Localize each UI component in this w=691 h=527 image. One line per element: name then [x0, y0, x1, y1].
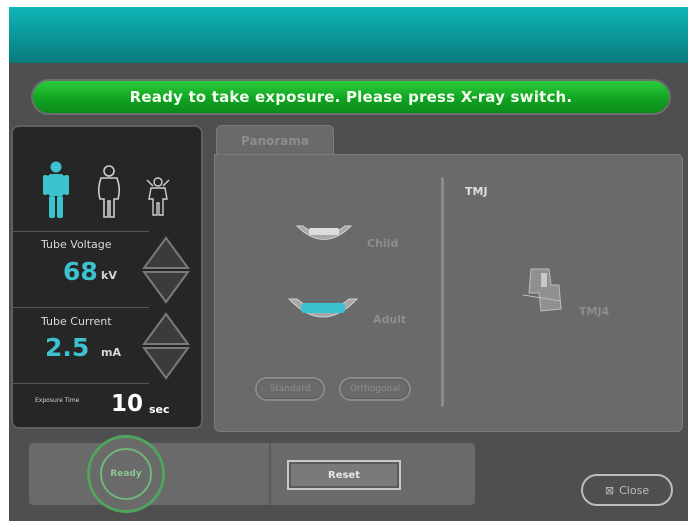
- tab-panorama[interactable]: Panorama: [216, 125, 334, 155]
- divider: [13, 231, 149, 232]
- tube-voltage-value: 68: [63, 257, 98, 286]
- patient-type-selector: [13, 127, 201, 231]
- exposure-time-label: Exposure Time: [35, 397, 80, 404]
- current-up-button[interactable]: [141, 311, 191, 347]
- orthogonal-button[interactable]: Orthogonal: [339, 377, 411, 401]
- close-label: Close: [619, 483, 650, 497]
- orthogonal-button-label: Orthogonal: [349, 384, 401, 394]
- tube-voltage-unit: kV: [101, 269, 117, 282]
- large-patient-icon[interactable]: [95, 165, 123, 219]
- divider: [13, 383, 149, 384]
- tube-voltage-label: Tube Voltage: [41, 238, 112, 251]
- status-banner: Ready to take exposure. Please press X-r…: [31, 79, 671, 115]
- tube-current-label: Tube Current: [41, 315, 112, 328]
- exposure-time-unit: sec: [149, 403, 170, 416]
- reset-label: Reset: [328, 469, 360, 481]
- ready-label: Ready: [110, 469, 142, 479]
- bottom-divider: [269, 443, 271, 505]
- top-bar: [9, 7, 688, 63]
- adult-program-label[interactable]: Adult: [373, 313, 406, 326]
- close-button[interactable]: ⊠ Close: [581, 474, 673, 506]
- tmj-icon[interactable]: [521, 265, 577, 317]
- adult-patient-icon[interactable]: [43, 161, 69, 219]
- tmj-title: TMJ: [465, 185, 488, 198]
- tube-current-unit: mA: [101, 346, 121, 359]
- voltage-up-button[interactable]: [141, 235, 191, 271]
- voltage-down-button[interactable]: [141, 269, 191, 305]
- child-patient-icon[interactable]: [145, 177, 171, 217]
- current-down-button[interactable]: [141, 345, 191, 381]
- program-selection-panel: Child Adult Standard Orthogonal TMJ TMJ4: [214, 154, 683, 432]
- standard-button-label: Standard: [269, 384, 311, 394]
- close-icon: ⊠: [604, 483, 615, 497]
- status-message: Ready to take exposure. Please press X-r…: [129, 88, 573, 106]
- panel-divider: [441, 177, 444, 407]
- exposure-time-value: 10: [111, 391, 144, 417]
- app-window: Ready to take exposure. Please press X-r…: [9, 7, 688, 521]
- bottom-control-bar: Ready: [29, 435, 475, 513]
- reset-button[interactable]: Reset: [287, 460, 401, 490]
- child-arch-icon[interactable]: [295, 223, 353, 245]
- child-program-label[interactable]: Child: [367, 237, 398, 250]
- tube-current-value: 2.5: [45, 333, 90, 362]
- exposure-settings-panel: Tube Voltage 68 kV Tube Current 2.5 mA E…: [11, 125, 203, 429]
- standard-button[interactable]: Standard: [255, 377, 325, 401]
- divider: [13, 307, 149, 308]
- tab-label: Panorama: [241, 133, 309, 148]
- ready-button[interactable]: Ready: [87, 435, 165, 513]
- tmj4-label[interactable]: TMJ4: [579, 305, 609, 318]
- adult-arch-icon[interactable]: [287, 295, 359, 325]
